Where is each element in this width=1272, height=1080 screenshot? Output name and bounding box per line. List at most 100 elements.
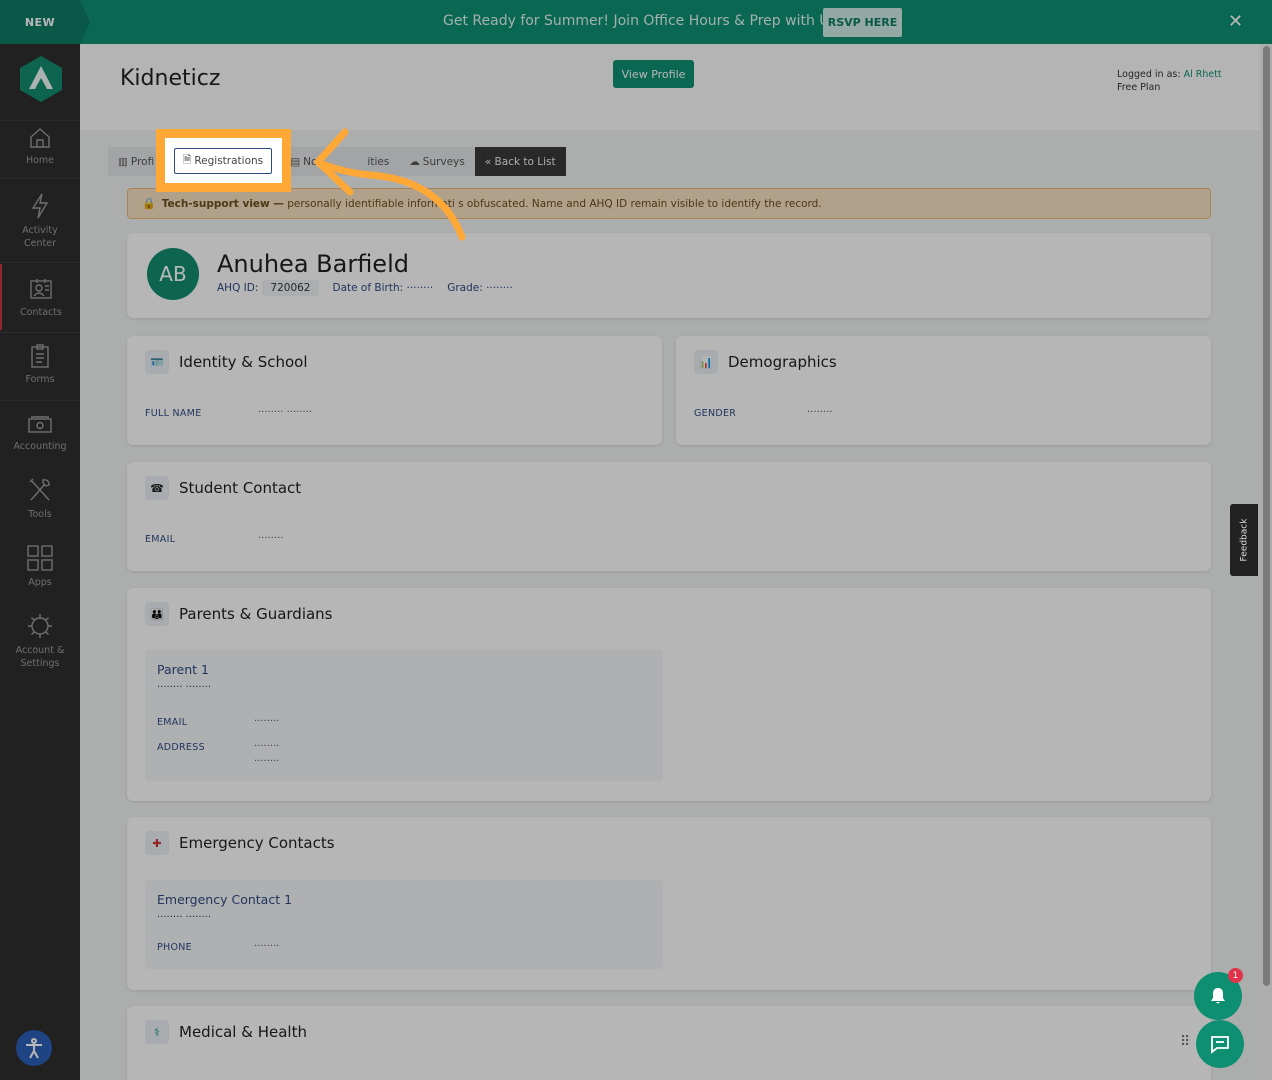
chat-icon — [1211, 1036, 1229, 1054]
sidebar-item-home[interactable]: Home — [0, 126, 80, 167]
emergency-contact-1-title: Emergency Contact 1 — [157, 892, 293, 907]
gear-icon — [28, 614, 52, 638]
student-contact-card: ☎ Student Contact EMAIL ········ — [127, 462, 1211, 571]
email-label: EMAIL — [145, 534, 176, 545]
gender-label: GENDER — [694, 408, 737, 419]
grade-value: ········ — [486, 282, 513, 294]
login-info: Logged in as: Al Rhett Free Plan — [1117, 68, 1222, 94]
drag-handle-icon[interactable]: ⠿ — [1180, 1035, 1190, 1049]
app-logo[interactable] — [20, 56, 62, 102]
chat-button[interactable] — [1196, 1020, 1244, 1068]
parent-email-value: ········ — [254, 716, 280, 727]
money-icon — [28, 416, 52, 433]
tab-profile-label: Profi — [130, 155, 155, 168]
emergency-contact-1-panel: Emergency Contact 1 ········ ········ PH… — [145, 880, 663, 969]
lock-icon: 🔒 — [142, 197, 156, 210]
main-content: Kidneticz View Profile Logged in as: Al … — [80, 44, 1260, 1080]
ahq-id: 720062 — [262, 280, 319, 296]
parent-1-name: ········ ········ — [157, 682, 212, 693]
emergency-phone-label: PHONE — [157, 942, 192, 953]
dob-value: ········ — [406, 282, 434, 294]
sidebar-label-tools: Tools — [28, 509, 52, 520]
clipboard-icon — [31, 344, 49, 368]
emergency-title: Emergency Contacts — [179, 834, 335, 852]
close-icon[interactable]: ✕ — [1228, 11, 1243, 32]
sidebar-label-accounting: Accounting — [13, 441, 67, 452]
tools-icon — [29, 478, 50, 501]
parent-address-line-1: ········ — [254, 741, 280, 752]
medical-title: Medical & Health — [179, 1023, 307, 1041]
home-icon — [30, 128, 50, 148]
accessibility-button[interactable] — [16, 1030, 52, 1066]
emergency-contact-1-name: ········ ········ — [157, 912, 212, 923]
identity-card: 🪪 Identity & School FULL NAME ········ ··… — [127, 336, 662, 445]
plan-label: Free Plan — [1117, 82, 1161, 93]
profile-icon: ▥ — [118, 155, 128, 168]
sidebar-item-apps[interactable]: Apps — [0, 544, 80, 589]
logged-in-label: Logged in as: — [1117, 69, 1181, 80]
view-profile-button[interactable]: View Profile — [613, 60, 694, 88]
avatar: AB — [147, 248, 199, 300]
back-to-list-button[interactable]: « Back to List — [474, 147, 566, 176]
emergency-phone-value: ········ — [254, 941, 280, 952]
parent-address-line-2: ········ — [254, 756, 280, 767]
email-value: ········ — [258, 533, 284, 544]
medical-icon: ⚕ — [145, 1020, 169, 1044]
sidebar-item-contacts[interactable]: Contacts — [0, 264, 80, 330]
sidebar-label-activity-center: Activity Center — [22, 225, 58, 249]
sidebar-label-apps: Apps — [28, 577, 52, 588]
parent-1-panel: Parent 1 ········ ········ EMAIL ·······… — [145, 650, 663, 781]
sidebar-item-forms[interactable]: Forms — [0, 343, 80, 386]
family-icon: 👪 — [145, 602, 169, 626]
bar-chart-icon: 📊 — [694, 350, 718, 374]
feedback-tab[interactable]: Feedback — [1230, 504, 1258, 576]
id-card-icon: 🪪 — [145, 350, 169, 374]
new-tag: NEW — [0, 0, 90, 44]
full-name-label: FULL NAME — [145, 408, 202, 419]
notification-count-badge: 1 — [1228, 968, 1243, 983]
parent-1-title: Parent 1 — [157, 662, 209, 677]
parents-title: Parents & Guardians — [179, 605, 333, 623]
medical-card: ⚕ Medical & Health — [127, 1006, 1211, 1080]
ahq-label: AHQ ID: — [217, 282, 259, 294]
dob-label: Date of Birth: — [332, 282, 404, 294]
feedback-label: Feedback — [1239, 518, 1249, 562]
phone-icon: ☎ — [145, 476, 169, 500]
accessibility-icon — [26, 1038, 42, 1059]
emergency-icon: ✚ — [145, 831, 169, 855]
sidebar-item-activity-center[interactable]: Activity Center — [0, 192, 80, 250]
parent-address-label: ADDRESS — [157, 742, 205, 753]
user-link[interactable]: Al Rhett — [1184, 69, 1222, 80]
registrations-tab-highlighted[interactable]: 🗎 Registrations — [174, 148, 272, 174]
gender-value: ········ — [807, 407, 833, 418]
registrations-label: Registrations — [194, 155, 264, 167]
sidebar-label-home: Home — [25, 155, 55, 166]
sidebar-label-account-settings: Account & Settings — [15, 645, 65, 669]
rsvp-button[interactable]: RSVP HERE — [823, 8, 902, 37]
sidebar-item-accounting[interactable]: Accounting — [0, 414, 80, 453]
sidebar-item-tools[interactable]: Tools — [0, 476, 80, 521]
emergency-card: ✚ Emergency Contacts Emergency Contact 1 … — [127, 817, 1211, 990]
demographics-title: Demographics — [728, 353, 837, 371]
student-contact-title: Student Contact — [179, 479, 302, 497]
notice-bold: Tech-support view — — [161, 197, 284, 210]
parents-card: 👪 Parents & Guardians Parent 1 ········ ·… — [127, 588, 1211, 801]
sidebar-item-account-settings[interactable]: Account & Settings — [0, 612, 80, 670]
tutorial-arrow — [314, 128, 466, 241]
sidebar-label-contacts: Contacts — [20, 307, 62, 318]
contacts-icon — [30, 279, 52, 299]
demographics-card: 📊 Demographics GENDER ········ — [676, 336, 1211, 445]
scrollbar-thumb[interactable] — [1263, 46, 1270, 986]
org-name: Kidneticz — [120, 66, 221, 91]
lightning-icon — [31, 193, 49, 219]
sidebar-label-forms: Forms — [25, 374, 55, 385]
apps-grid-icon — [27, 545, 53, 571]
page-header: Kidneticz View Profile Logged in as: Al … — [80, 44, 1260, 130]
parent-email-label: EMAIL — [157, 717, 188, 728]
grade-label: Grade: — [447, 282, 483, 294]
announcement-banner: NEW Get Ready for Summer! Join Office Ho… — [0, 0, 1272, 44]
identity-title: Identity & School — [179, 353, 308, 371]
banner-text: Get Ready for Summer! Join Office Hours … — [443, 13, 837, 29]
full-name-value: ········ ········ — [258, 407, 313, 418]
student-name: Anuhea Barfield — [217, 250, 409, 278]
